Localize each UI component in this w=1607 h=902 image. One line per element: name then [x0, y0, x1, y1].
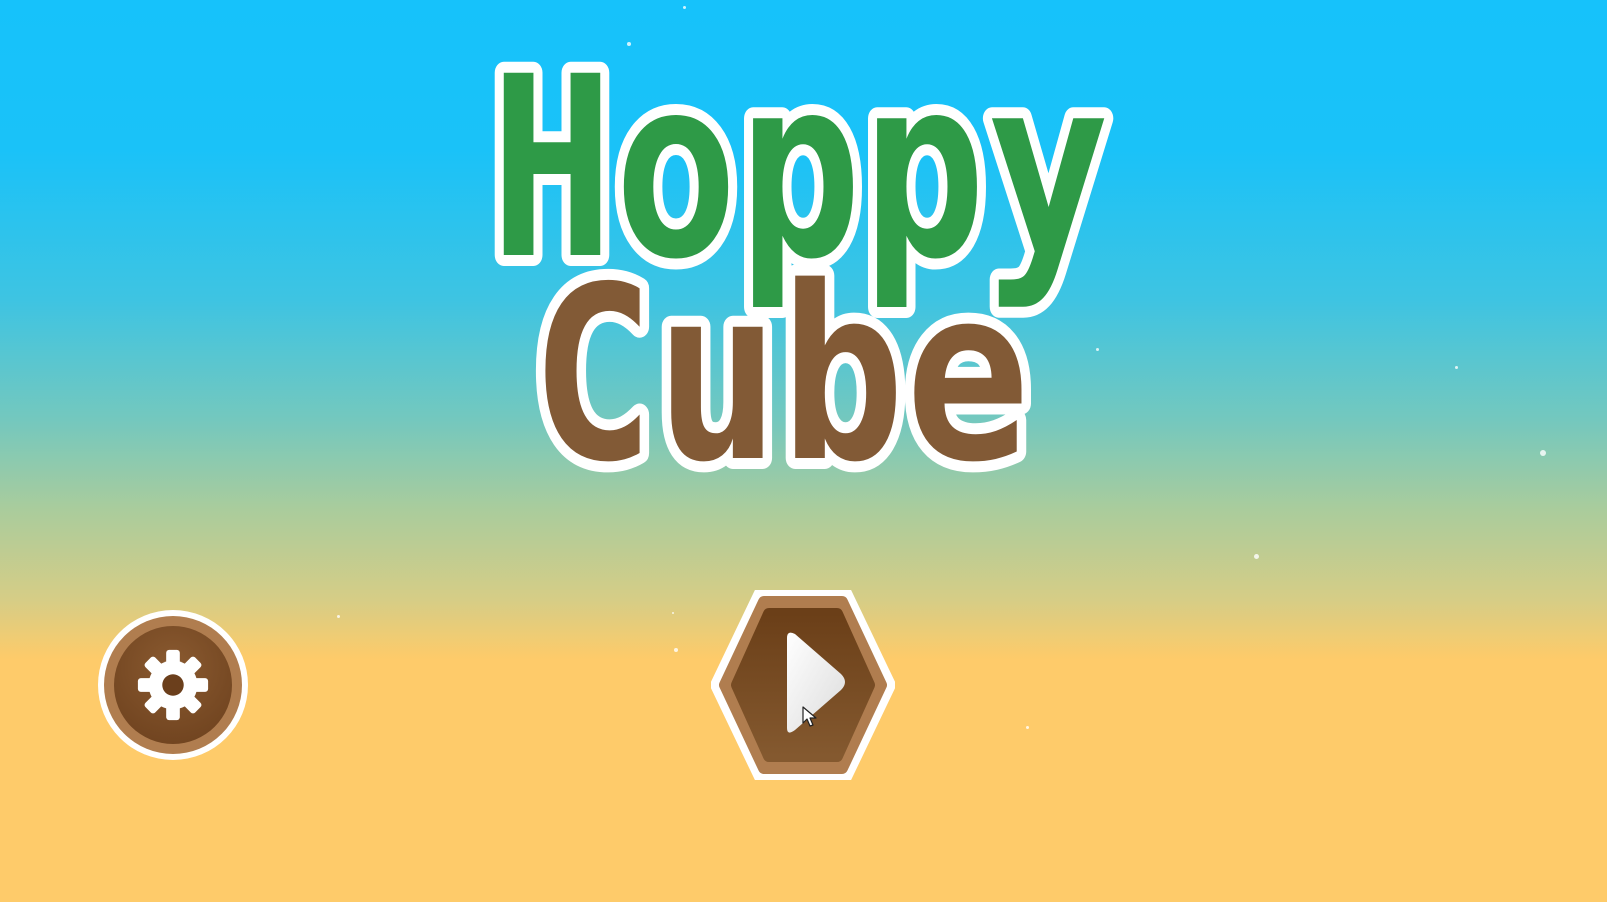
- mouse-pointer-icon: [802, 706, 817, 727]
- sparkle: [1026, 726, 1029, 729]
- sparkle: [672, 612, 674, 614]
- title-line-cube: Cube: [530, 235, 1030, 510]
- sparkle: [683, 6, 686, 9]
- play-button[interactable]: [710, 588, 896, 782]
- sparkle: [674, 648, 678, 652]
- game-title-logo: Hoppy Cube: [470, 12, 1130, 526]
- sparkle: [1455, 366, 1458, 369]
- sparkle: [1254, 554, 1259, 559]
- game-background: Hoppy Cube: [0, 0, 1607, 902]
- sparkle: [337, 615, 340, 618]
- sparkle: [1540, 450, 1546, 456]
- gear-icon: [137, 649, 209, 721]
- settings-button[interactable]: [98, 610, 248, 760]
